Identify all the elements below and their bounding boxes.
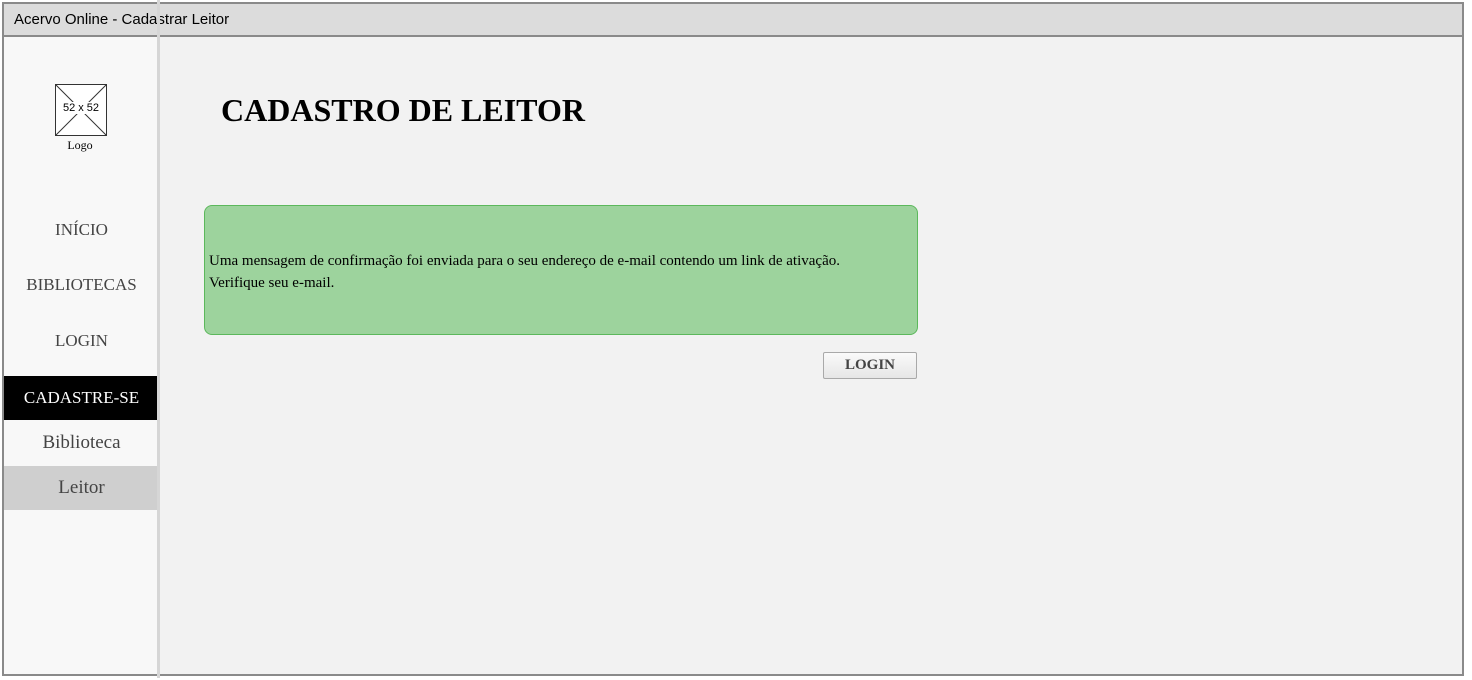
sub-nav-item-biblioteca[interactable]: Biblioteca: [4, 420, 159, 466]
nav-item-cadastre-se[interactable]: CADASTRE-SE: [4, 376, 159, 420]
login-button[interactable]: LOGIN: [823, 352, 917, 379]
alert-message: Uma mensagem de confirmação foi enviada …: [209, 250, 909, 294]
logo-dimensions-label: 52 x 52: [61, 102, 101, 114]
title-bar: Acervo Online - Cadastrar Leitor: [4, 4, 1462, 37]
nav-item-login[interactable]: LOGIN: [4, 321, 159, 361]
logo-dimensions: 52 x 52: [56, 102, 106, 114]
alert-line-1: Uma mensagem de confirmação foi enviada …: [209, 253, 840, 269]
logo-placeholder-icon: 52 x 52: [55, 84, 107, 136]
page-title: CADASTRO DE LEITOR: [221, 92, 585, 128]
app-window: Acervo Online - Cadastrar Leitor 52 x 52…: [2, 2, 1464, 676]
alert-line-2: Verifique seu e-mail.: [209, 275, 335, 291]
confirmation-alert: Uma mensagem de confirmação foi enviada …: [204, 205, 918, 335]
window-title: Acervo Online - Cadastrar Leitor: [14, 11, 230, 28]
sub-nav-item-leitor[interactable]: Leitor: [4, 466, 159, 510]
nav-item-bibliotecas[interactable]: BIBLIOTECAS: [4, 265, 159, 305]
sidebar-divider: [157, 0, 160, 678]
sidebar: 52 x 52 Logo INÍCIO BIBLIOTECAS LOGIN CA…: [4, 37, 159, 674]
logo-caption: Logo: [67, 138, 93, 152]
nav-item-inicio[interactable]: INÍCIO: [4, 210, 159, 250]
